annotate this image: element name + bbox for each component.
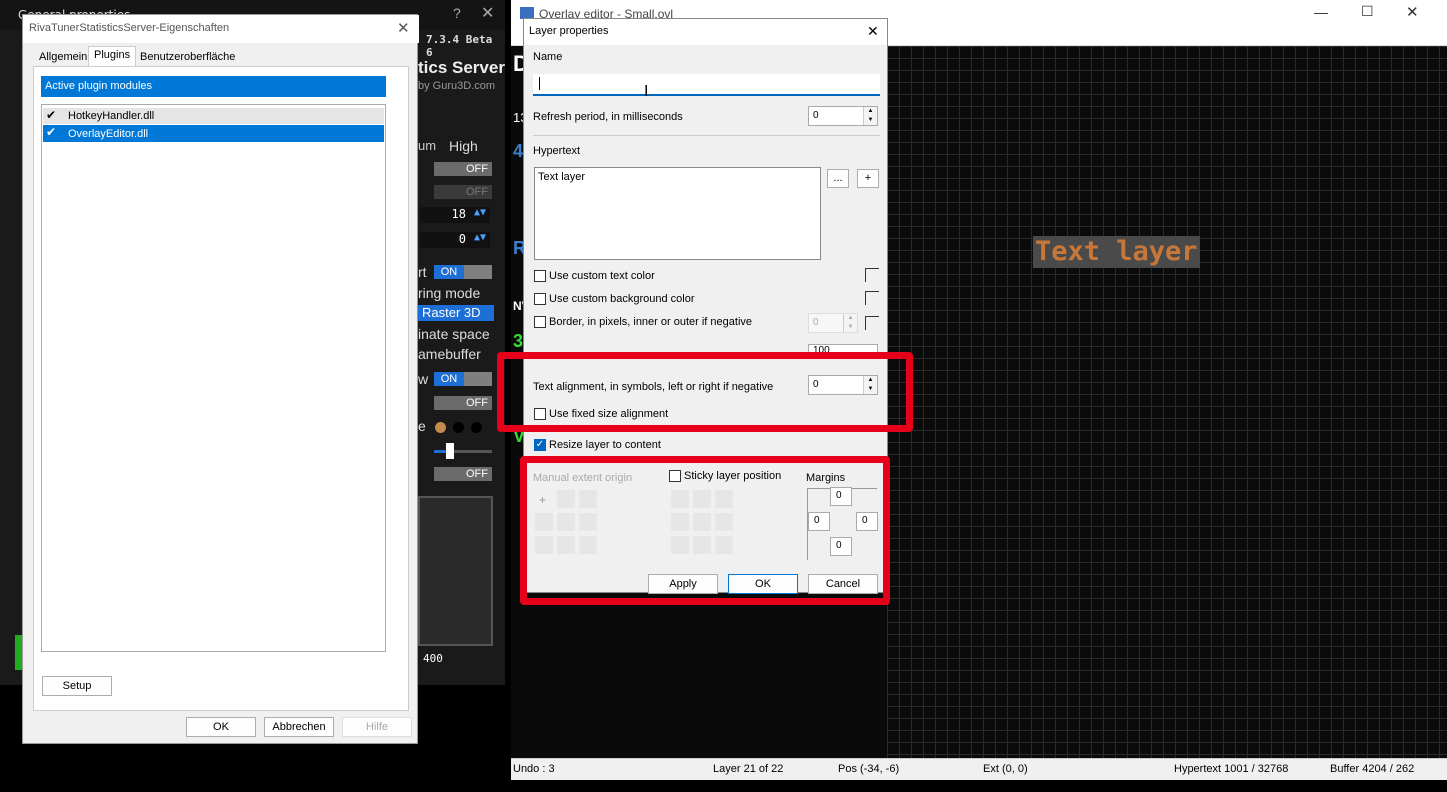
custom-bg-color-checkbox[interactable] <box>534 293 546 305</box>
status-ext: Ext (0, 0) <box>983 763 1028 775</box>
layer-close-icon[interactable]: ✕ <box>867 23 879 40</box>
checkmark-icon[interactable]: ✔ <box>46 108 56 122</box>
space-label: inate space <box>418 326 490 342</box>
status-undo: Undo : 3 <box>513 763 555 775</box>
plugin-list: ✔ HotkeyHandler.dll ✔ OverlayEditor.dll <box>41 104 386 652</box>
color-dot-black-1[interactable] <box>453 422 464 433</box>
editor-close-icon[interactable]: ✕ <box>1406 3 1419 21</box>
plugin-list-header: Active plugin modules <box>41 76 386 97</box>
raster-dropdown[interactable]: Raster 3D <box>418 305 494 321</box>
overlay-canvas[interactable]: Text layer <box>887 46 1447 758</box>
brand-subtitle: by Guru3D.com <box>418 80 496 92</box>
color-dot-black-2[interactable] <box>471 422 482 433</box>
custom-text-color-checkbox[interactable] <box>534 270 546 282</box>
bottom-digits: 400 <box>423 652 443 665</box>
w-label: w <box>418 371 429 387</box>
border-value: 0 <box>813 317 819 328</box>
status-layer: Layer 21 of 22 <box>713 763 784 775</box>
name-input[interactable] <box>533 74 880 96</box>
digit-value-2: 0 <box>458 232 466 246</box>
digit-value-1: 18 <box>451 207 466 221</box>
digit-counter-1[interactable]: 18 ▲▼ <box>420 207 490 223</box>
tab-benutzeroberflaeche[interactable]: Benutzeroberfläche <box>134 48 241 66</box>
left-fragment-3: 3 <box>513 331 524 351</box>
text-color-swatch[interactable] <box>865 268 879 282</box>
ok-button[interactable]: OK <box>186 717 256 737</box>
plugin-name: HotkeyHandler.dll <box>68 110 155 122</box>
properties-dialog: RivaTunerStatisticsServer-Eigenschaften … <box>22 14 419 744</box>
toggle-on-1[interactable]: ON <box>434 265 492 279</box>
tab-plugins[interactable]: Plugins <box>88 46 137 66</box>
toggle-off-4[interactable]: OFF <box>434 467 492 481</box>
refresh-label: Refresh period, in milliseconds <box>533 111 683 123</box>
toggle-off-3[interactable]: OFF <box>434 396 492 410</box>
refresh-spinner[interactable]: 0 ▲ ▼ <box>808 106 878 126</box>
resize-layer-checkbox[interactable]: ✓ <box>534 439 546 451</box>
border-color-swatch[interactable] <box>865 316 879 330</box>
row-prefix: um <box>418 138 437 153</box>
plugin-row-hotkeyhandler[interactable]: ✔ HotkeyHandler.dll <box>43 108 384 124</box>
toggle-on-2[interactable]: ON <box>434 372 492 386</box>
version-label: 7.3.4 Beta 6 <box>426 33 493 59</box>
preview-box <box>418 496 493 646</box>
toggle-on-label-1: ON <box>434 265 464 279</box>
framebuffer-label: amebuffer <box>418 346 481 362</box>
layer-properties-title: Layer properties <box>524 19 887 45</box>
spinner-arrows-icon[interactable]: ▲ ▼ <box>863 107 877 125</box>
checkmark-icon[interactable]: ✔ <box>46 125 56 139</box>
separator <box>533 135 880 136</box>
border-checkbox[interactable] <box>534 316 546 328</box>
custom-text-color-label: Use custom text color <box>549 270 655 282</box>
plugins-tab-page: Active plugin modules ✔ HotkeyHandler.dl… <box>33 66 409 711</box>
hypertext-add-button[interactable]: + <box>857 169 879 188</box>
hypertext-browse-button[interactable]: ... <box>827 169 849 188</box>
stepper-icon[interactable]: ▲▼ <box>474 207 486 218</box>
properties-title: RivaTunerStatisticsServer-Eigenschaften <box>23 15 419 43</box>
status-hypertext: Hypertext 1001 / 32768 <box>1174 763 1289 775</box>
slider-handle[interactable] <box>446 443 454 459</box>
setup-button[interactable]: Setup <box>42 676 112 696</box>
resize-layer-label: Resize layer to content <box>549 439 661 451</box>
canvas-text-layer[interactable]: Text layer <box>1033 236 1200 268</box>
editor-statusbar: Undo : 3 Layer 21 of 22 Pos (-34, -6) Ex… <box>511 758 1447 780</box>
border-spinner[interactable]: 0 ▲ ▼ <box>808 313 858 333</box>
plugin-name: OverlayEditor.dll <box>68 128 149 140</box>
bg-color-swatch[interactable] <box>865 291 879 305</box>
detail-high-label[interactable]: High <box>449 138 478 154</box>
tab-allgemein[interactable]: Allgemein <box>33 48 93 66</box>
status-pos: Pos (-34, -6) <box>838 763 900 775</box>
digit-counter-2[interactable]: 0 ▲▼ <box>420 232 490 248</box>
slider-track[interactable] <box>434 450 492 453</box>
refresh-value: 0 <box>813 110 819 121</box>
left-fragment-4: 4 <box>513 141 524 161</box>
close-icon[interactable]: ✕ <box>481 3 494 23</box>
color-dot-orange[interactable] <box>435 422 446 433</box>
status-buffer: Buffer 4204 / 262 <box>1330 763 1415 775</box>
brand-title: tics Server <box>418 58 505 77</box>
ibeam-cursor-icon: Ι <box>644 83 649 100</box>
abbrechen-button[interactable]: Abbrechen <box>264 717 334 737</box>
highlight-box-bottom-controls <box>520 456 890 605</box>
start-label: rt <box>418 264 427 280</box>
highlight-box-text-alignment <box>497 352 913 432</box>
plugin-row-overlayeditor[interactable]: ✔ OverlayEditor.dll <box>43 125 384 142</box>
help-icon[interactable]: ? <box>453 5 461 21</box>
name-label: Name <box>533 51 563 63</box>
custom-bg-color-label: Use custom background color <box>549 293 695 305</box>
text-caret <box>539 77 540 90</box>
properties-close-icon[interactable]: ✕ <box>397 19 410 37</box>
toggle-on-label-2: ON <box>434 372 464 386</box>
border-label: Border, in pixels, inner or outer if neg… <box>549 316 753 328</box>
toggle-off-2[interactable]: OFF <box>434 185 492 199</box>
spinner-arrows-icon[interactable]: ▲ ▼ <box>843 314 857 332</box>
minimize-icon[interactable]: — <box>1314 4 1328 20</box>
e-label: e <box>418 418 426 434</box>
toggle-off-1[interactable]: OFF <box>434 162 492 176</box>
hypertext-label: Hypertext <box>533 145 581 157</box>
hilfe-button[interactable]: Hilfe <box>342 717 412 737</box>
maximize-icon[interactable]: ☐ <box>1361 3 1374 20</box>
stepper-icon[interactable]: ▲▼ <box>474 232 486 243</box>
mode-label: ring mode <box>418 285 481 301</box>
hypertext-textarea[interactable]: Text layer <box>534 167 821 260</box>
